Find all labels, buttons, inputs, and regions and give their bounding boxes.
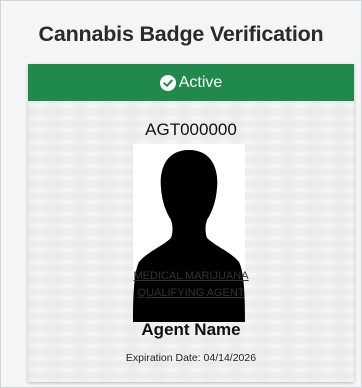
agent-name: Agent Name [141,320,241,339]
card-title-line1: MEDICAL MARIJUANA [133,270,249,282]
card-title: MEDICAL MARIJUANA QUALIFYING AGENT [28,268,354,302]
agent-id: AGT000000 [145,120,237,139]
expiration-date: Expiration Date: 04/14/2026 [125,352,257,364]
card-title-line2: QUALIFYING AGENT [137,287,245,299]
badge-card: Active AGT000000 MEDICAL MARIJUANA QUALI… [28,64,354,382]
